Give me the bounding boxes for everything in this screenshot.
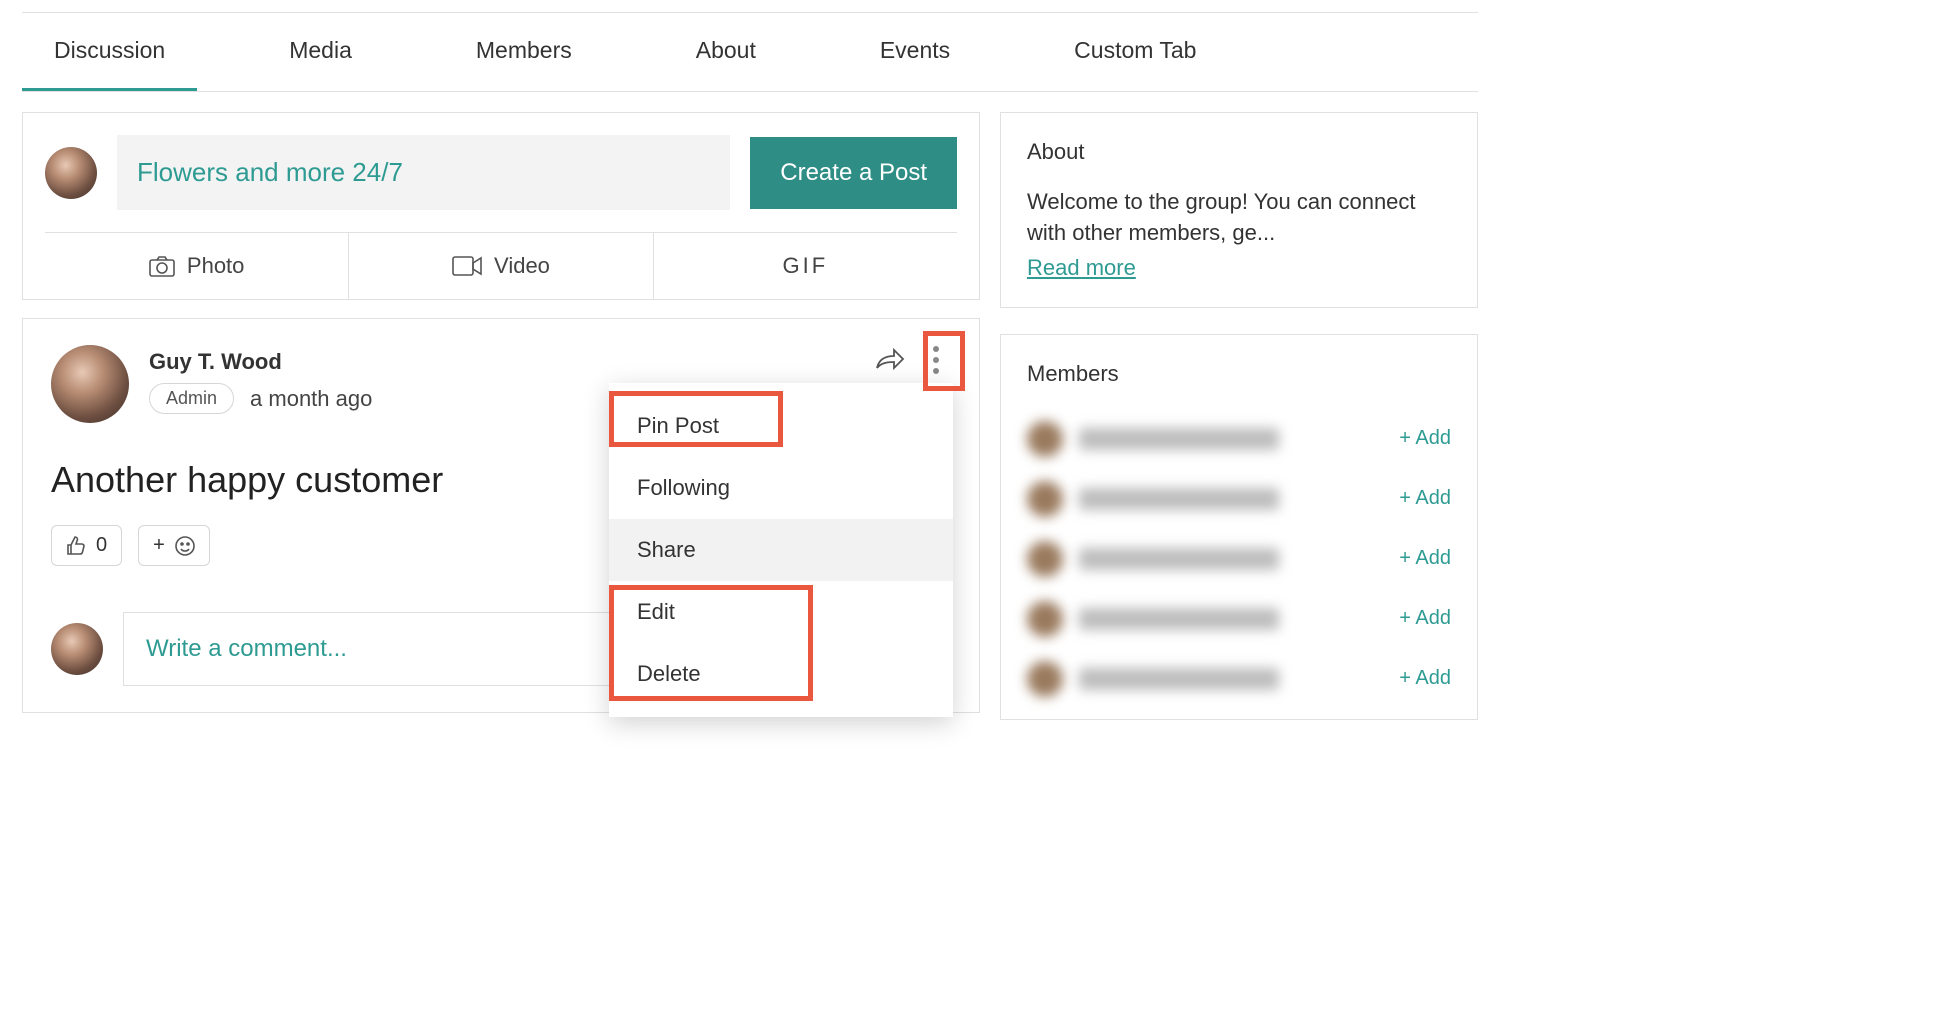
- dropdown-following[interactable]: Following: [609, 457, 953, 519]
- smile-icon: [175, 536, 195, 556]
- tab-discussion[interactable]: Discussion: [22, 13, 197, 91]
- add-video-button[interactable]: Video: [349, 233, 653, 299]
- member-row: + Add: [1027, 589, 1451, 649]
- member-avatar: [1027, 481, 1063, 517]
- post-card: Guy T. Wood Admin a month ago: [22, 318, 980, 713]
- member-row: + Add: [1027, 529, 1451, 589]
- about-title: About: [1027, 139, 1451, 165]
- like-button[interactable]: 0: [51, 525, 122, 566]
- member-row: + Add: [1027, 469, 1451, 529]
- member-name: [1079, 548, 1279, 570]
- video-icon: [452, 256, 482, 276]
- more-menu-icon[interactable]: [919, 343, 953, 377]
- post-actions-dropdown: Pin Post Following Share Edit Delete: [609, 383, 953, 717]
- tab-media[interactable]: Media: [257, 13, 384, 91]
- member-name: [1079, 428, 1279, 450]
- member-row: + Add: [1027, 409, 1451, 469]
- add-member-link[interactable]: + Add: [1399, 487, 1451, 510]
- member-avatar: [1027, 541, 1063, 577]
- create-post-button[interactable]: Create a Post: [750, 137, 957, 209]
- commenter-avatar: [51, 623, 103, 675]
- gif-label: GIF: [782, 253, 828, 279]
- about-card: About Welcome to the group! You can conn…: [1000, 112, 1478, 308]
- dropdown-share[interactable]: Share: [609, 519, 953, 581]
- add-photo-button[interactable]: Photo: [45, 233, 349, 299]
- composer-card: Create a Post Photo: [22, 112, 980, 300]
- member-name: [1079, 668, 1279, 690]
- member-avatar: [1027, 601, 1063, 637]
- dropdown-pin-post[interactable]: Pin Post: [609, 395, 953, 457]
- post-author-avatar[interactable]: [51, 345, 129, 423]
- add-gif-button[interactable]: GIF: [654, 233, 957, 299]
- add-member-link[interactable]: + Add: [1399, 667, 1451, 690]
- share-icon[interactable]: [873, 343, 907, 377]
- plus-label: +: [153, 534, 165, 557]
- tabs-bar: Discussion Media Members About Events Cu…: [22, 13, 1478, 92]
- dropdown-edit[interactable]: Edit: [609, 581, 953, 643]
- member-row: + Add: [1027, 649, 1451, 709]
- post-author-name[interactable]: Guy T. Wood: [149, 345, 372, 375]
- add-member-link[interactable]: + Add: [1399, 607, 1451, 630]
- admin-badge: Admin: [149, 383, 234, 414]
- tab-members[interactable]: Members: [444, 13, 604, 91]
- member-avatar: [1027, 421, 1063, 457]
- tab-about[interactable]: About: [664, 13, 788, 91]
- add-member-link[interactable]: + Add: [1399, 547, 1451, 570]
- thumbs-up-icon: [66, 536, 86, 556]
- camera-icon: [149, 255, 175, 277]
- member-name: [1079, 608, 1279, 630]
- compose-input[interactable]: [117, 135, 730, 210]
- avatar: [45, 147, 97, 199]
- post-timestamp: a month ago: [250, 386, 372, 412]
- tab-custom[interactable]: Custom Tab: [1042, 13, 1228, 91]
- member-name: [1079, 488, 1279, 510]
- about-text: Welcome to the group! You can connect wi…: [1027, 187, 1451, 249]
- add-member-link[interactable]: + Add: [1399, 427, 1451, 450]
- photo-label: Photo: [187, 253, 245, 279]
- member-avatar: [1027, 661, 1063, 697]
- dropdown-delete[interactable]: Delete: [609, 643, 953, 705]
- tab-events[interactable]: Events: [848, 13, 982, 91]
- add-reaction-button[interactable]: +: [138, 525, 210, 566]
- members-card: Members + Add + Add + Add + Add + Add: [1000, 334, 1478, 720]
- video-label: Video: [494, 253, 550, 279]
- like-count: 0: [96, 534, 107, 557]
- members-title: Members: [1027, 361, 1451, 387]
- read-more-link[interactable]: Read more: [1027, 255, 1136, 281]
